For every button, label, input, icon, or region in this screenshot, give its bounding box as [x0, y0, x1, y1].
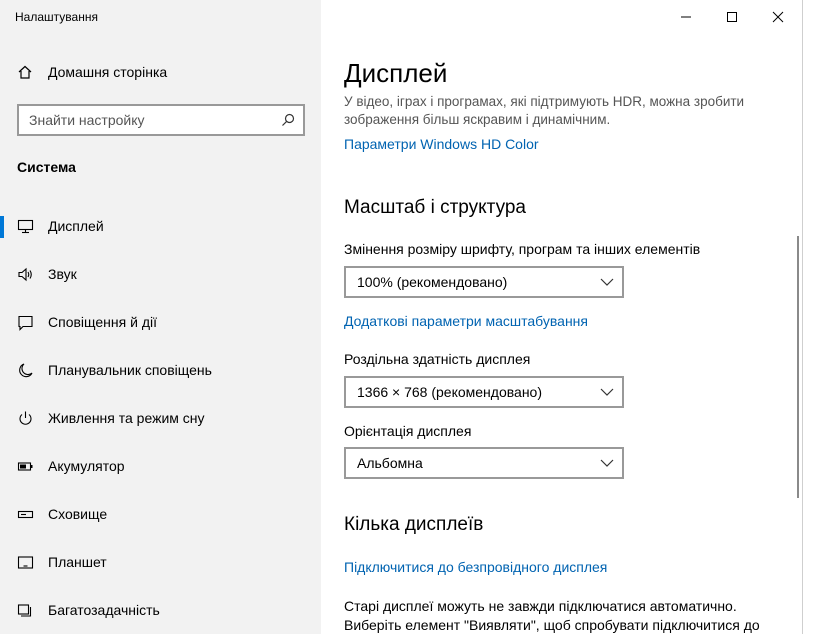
sidebar-item-focus-assist[interactable]: Планувальник сповіщень: [0, 346, 321, 394]
home-label: Домашня сторінка: [48, 64, 168, 80]
sidebar-item-tablet[interactable]: Планшет: [0, 538, 321, 586]
wireless-display-link[interactable]: Підключитися до безпровідного дисплея: [344, 559, 607, 575]
moon-icon: [19, 362, 33, 377]
sidebar-item-label: Багатозадачність: [48, 602, 160, 618]
scale-dropdown-value: 100% (рекомендовано): [357, 274, 508, 290]
sidebar-item-label: Звук: [48, 266, 77, 282]
window-title: Налаштування: [15, 10, 98, 24]
sidebar-item-battery[interactable]: Акумулятор: [0, 442, 321, 490]
advanced-scaling-link[interactable]: Додаткові параметри масштабування: [344, 313, 588, 329]
maximize-icon: [727, 12, 737, 22]
resolution-dropdown-value: 1366 × 768 (рекомендовано): [357, 384, 542, 400]
chevron-down-icon: [600, 278, 614, 286]
tablet-icon: [17, 555, 34, 569]
sidebar-item-display[interactable]: Дисплей: [0, 202, 321, 250]
search-input[interactable]: [29, 112, 269, 128]
sidebar-item-label: Акумулятор: [48, 458, 125, 474]
search-box[interactable]: [17, 104, 305, 136]
notification-icon: [18, 315, 33, 331]
sidebar-item-label: Дисплей: [48, 218, 104, 234]
multitasking-icon: [17, 603, 32, 617]
sidebar-item-notifications[interactable]: Сповіщення й дії: [0, 298, 321, 346]
orientation-dropdown[interactable]: Альбомна: [344, 447, 624, 479]
sidebar-item-power[interactable]: Живлення та режим сну: [0, 394, 321, 442]
sidebar-item-label: Сповіщення й дії: [48, 314, 157, 330]
hdr-settings-link[interactable]: Параметри Windows HD Color: [344, 136, 539, 152]
hdr-description: У відео, іграх і програмах, які підтриму…: [344, 94, 745, 127]
home-link[interactable]: Домашня сторінка: [17, 64, 167, 80]
home-icon: [18, 65, 32, 79]
close-button[interactable]: [755, 4, 801, 30]
speaker-icon: [18, 267, 32, 281]
sidebar-item-sound[interactable]: Звук: [0, 250, 321, 298]
scale-dropdown[interactable]: 100% (рекомендовано): [344, 266, 624, 298]
maximize-button[interactable]: [709, 4, 755, 30]
chevron-down-icon: [600, 459, 614, 467]
section-title: Система: [17, 159, 76, 175]
sidebar-item-label: Сховище: [48, 506, 108, 522]
multi-display-description: Старі дисплеї можуть не завжди підключат…: [344, 598, 760, 633]
resolution-label: Роздільна здатність дисплея: [344, 351, 531, 367]
minimize-button[interactable]: [663, 4, 709, 30]
orientation-label: Орієнтація дисплея: [344, 423, 472, 439]
sidebar-item-label: Живлення та режим сну: [48, 410, 205, 426]
sidebar-item-multitasking[interactable]: Багатозадачність: [0, 586, 321, 634]
storage-icon: [17, 510, 34, 518]
sidebar-item-label: Планшет: [48, 554, 107, 570]
sidebar-item-label: Планувальник сповіщень: [48, 362, 212, 378]
search-icon[interactable]: [281, 113, 295, 127]
minimize-icon: [681, 16, 691, 18]
monitor-icon: [17, 219, 34, 233]
multi-display-section-title: Кілька дисплеїв: [344, 514, 484, 535]
scrollbar[interactable]: [797, 236, 799, 498]
battery-icon: [17, 461, 33, 471]
active-indicator: [0, 216, 4, 238]
chevron-down-icon: [600, 388, 614, 396]
size-label: Змінення розміру шрифту, програм та інши…: [344, 241, 701, 257]
close-icon: [772, 11, 784, 23]
page-title: Дисплей: [344, 58, 448, 88]
settings-window: Налаштування Домашня сторінка Система Ди…: [0, 0, 803, 634]
orientation-dropdown-value: Альбомна: [357, 455, 423, 471]
power-icon: [19, 411, 32, 425]
scale-section-title: Масштаб і структура: [344, 197, 526, 218]
resolution-dropdown[interactable]: 1366 × 768 (рекомендовано): [344, 376, 624, 408]
sidebar-item-storage[interactable]: Сховище: [0, 490, 321, 538]
sidebar: Налаштування Домашня сторінка Система Ди…: [0, 0, 321, 634]
